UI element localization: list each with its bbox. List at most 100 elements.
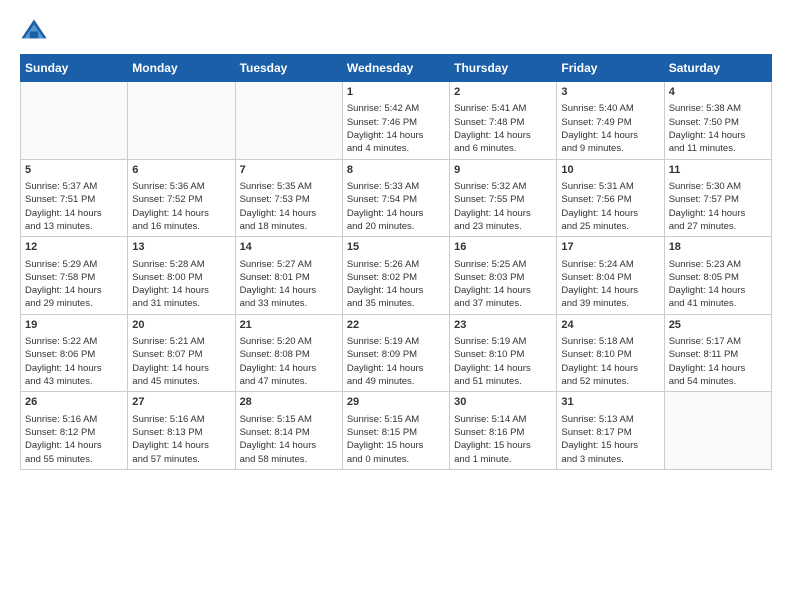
calendar-day-23: 23 Sunrise: 5:19 AM Sunset: 8:10 PM Dayli… xyxy=(450,314,557,392)
day-number: 18 xyxy=(669,240,767,255)
day-number: 22 xyxy=(347,318,445,333)
day-info: Sunrise: 5:40 AM Sunset: 7:49 PM Dayligh… xyxy=(561,102,659,155)
day-number: 3 xyxy=(561,85,659,100)
calendar-day-16: 16 Sunrise: 5:25 AM Sunset: 8:03 PM Dayli… xyxy=(450,237,557,315)
calendar-day-9: 9Sunrise: 5:32 AM Sunset: 7:55 PM Daylig… xyxy=(450,159,557,237)
weekday-header-tuesday: Tuesday xyxy=(235,55,342,82)
calendar-day-6: 6 Sunrise: 5:36 AM Sunset: 7:52 PM Daylig… xyxy=(128,159,235,237)
calendar-day-29: 29Sunrise: 5:15 AM Sunset: 8:15 PM Dayli… xyxy=(342,392,449,470)
day-number: 26 xyxy=(25,395,123,410)
day-number: 5 xyxy=(25,163,123,178)
calendar-day-22: 22 Sunrise: 5:19 AM Sunset: 8:09 PM Dayli… xyxy=(342,314,449,392)
calendar-day-17: 17 Sunrise: 5:24 AM Sunset: 8:04 PM Dayli… xyxy=(557,237,664,315)
day-info: Sunrise: 5:21 AM Sunset: 8:07 PM Dayligh… xyxy=(132,335,230,388)
day-number: 14 xyxy=(240,240,338,255)
day-info: Sunrise: 5:14 AM Sunset: 8:16 PM Dayligh… xyxy=(454,413,552,466)
day-number: 17 xyxy=(561,240,659,255)
day-number: 6 xyxy=(132,163,230,178)
day-number: 16 xyxy=(454,240,552,255)
calendar-day-8: 8 Sunrise: 5:33 AM Sunset: 7:54 PM Daylig… xyxy=(342,159,449,237)
weekday-header-sunday: Sunday xyxy=(21,55,128,82)
day-number: 11 xyxy=(669,163,767,178)
calendar-week-row: 12Sunrise: 5:29 AM Sunset: 7:58 PM Dayli… xyxy=(21,237,772,315)
calendar-day-10: 10Sunrise: 5:31 AM Sunset: 7:56 PM Dayli… xyxy=(557,159,664,237)
day-number: 8 xyxy=(347,163,445,178)
calendar-week-row: 5 Sunrise: 5:37 AM Sunset: 7:51 PM Daylig… xyxy=(21,159,772,237)
calendar-day-15: 15 Sunrise: 5:26 AM Sunset: 8:02 PM Dayli… xyxy=(342,237,449,315)
logo xyxy=(20,16,52,44)
calendar-empty-cell xyxy=(235,82,342,160)
day-number: 2 xyxy=(454,85,552,100)
calendar-day-1: 1 Sunrise: 5:42 AM Sunset: 7:46 PM Daylig… xyxy=(342,82,449,160)
weekday-header-thursday: Thursday xyxy=(450,55,557,82)
calendar-day-13: 13 Sunrise: 5:28 AM Sunset: 8:00 PM Dayli… xyxy=(128,237,235,315)
day-info: Sunrise: 5:25 AM Sunset: 8:03 PM Dayligh… xyxy=(454,258,552,311)
calendar-day-24: 24Sunrise: 5:18 AM Sunset: 8:10 PM Dayli… xyxy=(557,314,664,392)
day-info: Sunrise: 5:16 AM Sunset: 8:12 PM Dayligh… xyxy=(25,413,123,466)
calendar-day-12: 12Sunrise: 5:29 AM Sunset: 7:58 PM Dayli… xyxy=(21,237,128,315)
day-info: Sunrise: 5:24 AM Sunset: 8:04 PM Dayligh… xyxy=(561,258,659,311)
day-number: 28 xyxy=(240,395,338,410)
day-number: 24 xyxy=(561,318,659,333)
calendar-week-row: 26 Sunrise: 5:16 AM Sunset: 8:12 PM Dayli… xyxy=(21,392,772,470)
day-info: Sunrise: 5:29 AM Sunset: 7:58 PM Dayligh… xyxy=(25,258,123,311)
day-number: 4 xyxy=(669,85,767,100)
day-number: 23 xyxy=(454,318,552,333)
calendar-day-27: 27 Sunrise: 5:16 AM Sunset: 8:13 PM Dayli… xyxy=(128,392,235,470)
day-info: Sunrise: 5:16 AM Sunset: 8:13 PM Dayligh… xyxy=(132,413,230,466)
day-number: 21 xyxy=(240,318,338,333)
day-info: Sunrise: 5:38 AM Sunset: 7:50 PM Dayligh… xyxy=(669,102,767,155)
calendar-day-19: 19 Sunrise: 5:22 AM Sunset: 8:06 PM Dayli… xyxy=(21,314,128,392)
calendar-day-7: 7Sunrise: 5:35 AM Sunset: 7:53 PM Daylig… xyxy=(235,159,342,237)
calendar-day-30: 30 Sunrise: 5:14 AM Sunset: 8:16 PM Dayli… xyxy=(450,392,557,470)
weekday-header-row: SundayMondayTuesdayWednesdayThursdayFrid… xyxy=(21,55,772,82)
day-number: 19 xyxy=(25,318,123,333)
weekday-header-friday: Friday xyxy=(557,55,664,82)
calendar-empty-cell xyxy=(128,82,235,160)
day-info: Sunrise: 5:13 AM Sunset: 8:17 PM Dayligh… xyxy=(561,413,659,466)
day-info: Sunrise: 5:26 AM Sunset: 8:02 PM Dayligh… xyxy=(347,258,445,311)
day-info: Sunrise: 5:42 AM Sunset: 7:46 PM Dayligh… xyxy=(347,102,445,155)
calendar-day-2: 2 Sunrise: 5:41 AM Sunset: 7:48 PM Daylig… xyxy=(450,82,557,160)
day-number: 20 xyxy=(132,318,230,333)
day-info: Sunrise: 5:20 AM Sunset: 8:08 PM Dayligh… xyxy=(240,335,338,388)
day-number: 7 xyxy=(240,163,338,178)
day-info: Sunrise: 5:19 AM Sunset: 8:09 PM Dayligh… xyxy=(347,335,445,388)
day-info: Sunrise: 5:15 AM Sunset: 8:14 PM Dayligh… xyxy=(240,413,338,466)
calendar-day-14: 14 Sunrise: 5:27 AM Sunset: 8:01 PM Dayli… xyxy=(235,237,342,315)
day-info: Sunrise: 5:36 AM Sunset: 7:52 PM Dayligh… xyxy=(132,180,230,233)
day-info: Sunrise: 5:23 AM Sunset: 8:05 PM Dayligh… xyxy=(669,258,767,311)
day-info: Sunrise: 5:17 AM Sunset: 8:11 PM Dayligh… xyxy=(669,335,767,388)
day-info: Sunrise: 5:37 AM Sunset: 7:51 PM Dayligh… xyxy=(25,180,123,233)
calendar-empty-cell xyxy=(21,82,128,160)
calendar: SundayMondayTuesdayWednesdayThursdayFrid… xyxy=(20,54,772,470)
calendar-day-20: 20 Sunrise: 5:21 AM Sunset: 8:07 PM Dayli… xyxy=(128,314,235,392)
page: SundayMondayTuesdayWednesdayThursdayFrid… xyxy=(0,0,792,486)
day-number: 25 xyxy=(669,318,767,333)
day-number: 31 xyxy=(561,395,659,410)
weekday-header-saturday: Saturday xyxy=(664,55,771,82)
day-number: 27 xyxy=(132,395,230,410)
calendar-day-4: 4 Sunrise: 5:38 AM Sunset: 7:50 PM Daylig… xyxy=(664,82,771,160)
day-number: 15 xyxy=(347,240,445,255)
day-info: Sunrise: 5:27 AM Sunset: 8:01 PM Dayligh… xyxy=(240,258,338,311)
day-number: 1 xyxy=(347,85,445,100)
weekday-header-wednesday: Wednesday xyxy=(342,55,449,82)
day-number: 30 xyxy=(454,395,552,410)
calendar-day-11: 11 Sunrise: 5:30 AM Sunset: 7:57 PM Dayli… xyxy=(664,159,771,237)
calendar-day-3: 3 Sunrise: 5:40 AM Sunset: 7:49 PM Daylig… xyxy=(557,82,664,160)
day-info: Sunrise: 5:19 AM Sunset: 8:10 PM Dayligh… xyxy=(454,335,552,388)
calendar-day-28: 28 Sunrise: 5:15 AM Sunset: 8:14 PM Dayli… xyxy=(235,392,342,470)
calendar-day-18: 18 Sunrise: 5:23 AM Sunset: 8:05 PM Dayli… xyxy=(664,237,771,315)
day-info: Sunrise: 5:31 AM Sunset: 7:56 PM Dayligh… xyxy=(561,180,659,233)
day-info: Sunrise: 5:41 AM Sunset: 7:48 PM Dayligh… xyxy=(454,102,552,155)
day-info: Sunrise: 5:33 AM Sunset: 7:54 PM Dayligh… xyxy=(347,180,445,233)
day-number: 13 xyxy=(132,240,230,255)
day-info: Sunrise: 5:32 AM Sunset: 7:55 PM Dayligh… xyxy=(454,180,552,233)
day-info: Sunrise: 5:15 AM Sunset: 8:15 PM Dayligh… xyxy=(347,413,445,466)
day-info: Sunrise: 5:28 AM Sunset: 8:00 PM Dayligh… xyxy=(132,258,230,311)
calendar-week-row: 1 Sunrise: 5:42 AM Sunset: 7:46 PM Daylig… xyxy=(21,82,772,160)
logo-icon xyxy=(20,16,48,44)
day-info: Sunrise: 5:30 AM Sunset: 7:57 PM Dayligh… xyxy=(669,180,767,233)
day-info: Sunrise: 5:22 AM Sunset: 8:06 PM Dayligh… xyxy=(25,335,123,388)
